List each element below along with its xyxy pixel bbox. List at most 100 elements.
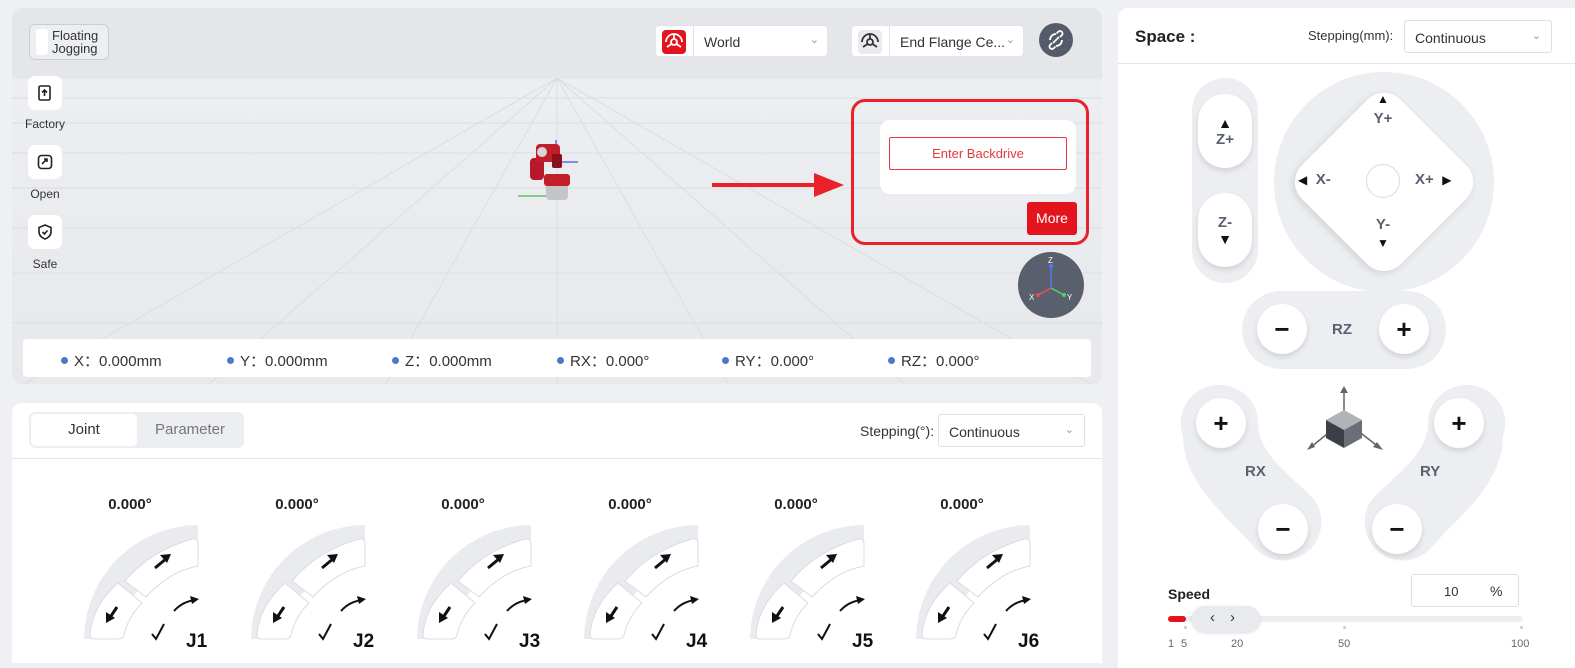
tab-joint[interactable]: Joint bbox=[31, 414, 137, 446]
joint-value: 0.000° bbox=[108, 496, 152, 513]
joint-stepping-select[interactable]: Continuous ⌄ bbox=[938, 414, 1085, 447]
joint-name: J2 bbox=[353, 631, 374, 651]
z-plus-button[interactable]: ▲ Z+ bbox=[1198, 94, 1252, 168]
speed-value: 10 bbox=[1444, 584, 1459, 599]
space-jog-panel: Space : Stepping(mm): Continuous ⌄ ▲ Z+ … bbox=[1118, 8, 1575, 668]
tick-dot bbox=[1520, 626, 1523, 629]
joint-panel: Joint Parameter Stepping(°): Continuous … bbox=[12, 403, 1102, 663]
coord-z: Z：0.000mm bbox=[392, 350, 492, 371]
robot-model bbox=[518, 140, 578, 200]
triangle-up-icon: ▲ bbox=[1218, 114, 1232, 131]
coord-y: Y：0.000mm bbox=[227, 350, 328, 371]
speed-slider-handle[interactable]: ‹ › bbox=[1192, 606, 1260, 632]
3d-viewport[interactable]: Floating Jogging World ⌄ End Flange Ce..… bbox=[12, 8, 1102, 384]
rx-plus-button[interactable]: + bbox=[1196, 398, 1246, 448]
chevron-down-icon: ⌄ bbox=[1531, 30, 1541, 42]
tick-dot bbox=[1184, 626, 1187, 629]
joint-name: J5 bbox=[852, 631, 874, 651]
joint-stepping-label: Stepping(°): bbox=[860, 423, 935, 439]
speed-unit: % bbox=[1490, 583, 1503, 599]
status-dot bbox=[227, 357, 234, 364]
speed-tick-5: 5 bbox=[1181, 638, 1188, 650]
open-button[interactable] bbox=[28, 145, 62, 179]
tool-frame-select[interactable]: End Flange Ce... ⌄ bbox=[851, 25, 1024, 57]
connection-icon-button[interactable] bbox=[1039, 23, 1073, 57]
tick-dot bbox=[1343, 626, 1346, 629]
panel-tabs: Joint Parameter bbox=[29, 412, 244, 448]
robot-frame-icon bbox=[662, 30, 686, 54]
z-plus-label: Z+ bbox=[1216, 130, 1234, 148]
plus-icon: + bbox=[1396, 314, 1412, 344]
gizmo-y-label: Y bbox=[1067, 293, 1073, 302]
rz-plus-button[interactable]: + bbox=[1379, 304, 1429, 354]
speed-tick-100: 100 bbox=[1511, 638, 1530, 650]
joint-control: J2 bbox=[247, 521, 387, 652]
x-plus-button[interactable]: X+ ▶ bbox=[1415, 171, 1465, 191]
joint-value: 0.000° bbox=[608, 496, 652, 513]
factory-label: Factory bbox=[24, 117, 65, 131]
safe-button[interactable] bbox=[28, 215, 62, 249]
chevron-down-icon: ⌄ bbox=[1064, 424, 1074, 436]
tab-parameter[interactable]: Parameter bbox=[137, 414, 243, 446]
check-icon bbox=[318, 623, 332, 641]
joint-control: J1 bbox=[80, 521, 220, 652]
check-icon bbox=[983, 623, 997, 641]
status-dot bbox=[722, 357, 729, 364]
floating-jogging-toggle[interactable]: Floating Jogging bbox=[29, 24, 109, 60]
joint-value: 0.000° bbox=[275, 496, 319, 513]
ry-plus-button[interactable]: + bbox=[1434, 398, 1484, 448]
enter-backdrive-button[interactable]: Enter Backdrive bbox=[889, 137, 1067, 170]
annotation-arrow bbox=[712, 173, 844, 197]
triangle-up-icon: ▲ bbox=[1377, 92, 1389, 106]
y-minus-label: Y- bbox=[1375, 216, 1391, 233]
joint-control: J3 bbox=[413, 521, 553, 652]
ry-minus-button[interactable]: − bbox=[1372, 504, 1422, 554]
axis-gizmo[interactable]: Z X Y bbox=[1018, 252, 1084, 318]
y-minus-button[interactable]: Y- ▼ bbox=[1363, 216, 1403, 264]
joint-name: J6 bbox=[1018, 631, 1039, 651]
speed-input[interactable]: 10 bbox=[1411, 574, 1519, 607]
speed-tick-50: 50 bbox=[1338, 638, 1351, 650]
floating-jogging-label: Floating Jogging bbox=[52, 28, 99, 56]
coordinate-frame-select[interactable]: World ⌄ bbox=[655, 25, 828, 57]
gizmo-z-label: Z bbox=[1048, 256, 1053, 265]
ry-label: RY bbox=[1420, 463, 1441, 480]
factory-icon bbox=[38, 85, 51, 101]
open-icon bbox=[37, 154, 53, 170]
y-plus-label: Y+ bbox=[1373, 110, 1393, 127]
joint-control: J4 bbox=[580, 521, 720, 652]
check-icon bbox=[817, 623, 831, 641]
plus-icon: + bbox=[1451, 408, 1467, 438]
safe-label: Safe bbox=[32, 257, 58, 271]
coord-z-value: 0.000mm bbox=[429, 353, 492, 370]
rz-minus-button[interactable]: − bbox=[1257, 304, 1307, 354]
y-plus-button[interactable]: ▲ Y+ bbox=[1363, 92, 1403, 140]
x-minus-label: X- bbox=[1315, 171, 1331, 188]
check-icon bbox=[151, 623, 165, 641]
xy-center-button[interactable] bbox=[1366, 164, 1400, 198]
joint-control: J5 bbox=[746, 521, 886, 652]
tool-frame-value: End Flange Ce... bbox=[900, 34, 1006, 50]
x-minus-button[interactable]: ◀ X- bbox=[1298, 171, 1348, 191]
triangle-right-icon: ▶ bbox=[1442, 173, 1452, 187]
panel-divider bbox=[1118, 63, 1575, 64]
space-stepping-select[interactable]: Continuous ⌄ bbox=[1404, 20, 1552, 53]
factory-button[interactable] bbox=[28, 76, 62, 110]
space-stepping-label: Stepping(mm): bbox=[1308, 28, 1394, 43]
z-minus-button[interactable]: Z- ▼ bbox=[1198, 193, 1252, 267]
speed-tick-1: 1 bbox=[1168, 638, 1175, 650]
speed-tick-20: 20 bbox=[1231, 638, 1244, 650]
z-minus-label: Z- bbox=[1217, 213, 1233, 231]
joint-value: 0.000° bbox=[441, 496, 485, 513]
status-dot bbox=[888, 357, 895, 364]
joint-name: J4 bbox=[686, 631, 708, 651]
coordinate-frame-value: World bbox=[704, 34, 741, 50]
rz-label: RZ bbox=[1332, 321, 1352, 338]
rx-minus-button[interactable]: − bbox=[1258, 504, 1308, 554]
open-label: Open bbox=[30, 187, 60, 201]
more-button[interactable]: More bbox=[1027, 202, 1077, 235]
gizmo-x-label: X bbox=[1029, 293, 1035, 302]
status-dot bbox=[61, 357, 68, 364]
check-icon bbox=[484, 623, 498, 641]
tool-frame-icon bbox=[858, 30, 882, 54]
